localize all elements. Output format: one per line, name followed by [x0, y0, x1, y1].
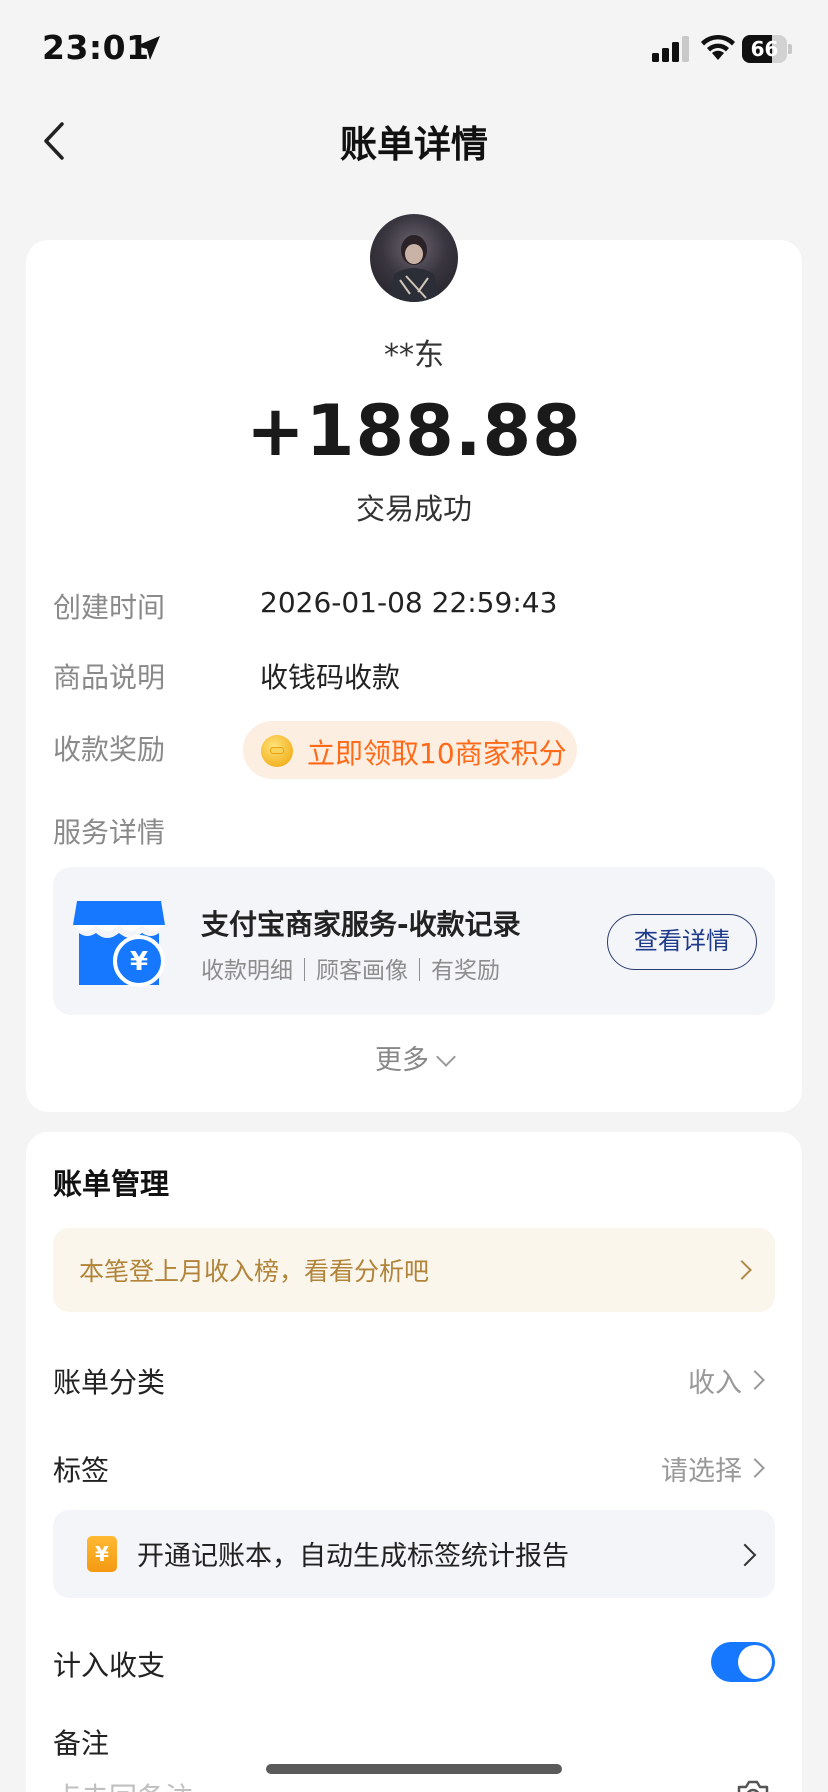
- service-label: 服务详情: [53, 816, 166, 849]
- reward-label: 收款奖励: [53, 733, 166, 766]
- bill-category-label: 账单分类: [53, 1366, 166, 1399]
- more-label: 更多: [375, 1045, 429, 1076]
- camera-icon[interactable]: [735, 1779, 771, 1792]
- open-ledger-text: 开通记账本，自动生成标签统计报告: [137, 1541, 569, 1572]
- ledger-icon: ¥: [87, 1536, 117, 1572]
- bill-management-title: 账单管理: [53, 1167, 170, 1201]
- more-toggle[interactable]: 更多: [0, 1038, 828, 1077]
- coin-icon: [261, 735, 293, 767]
- bill-detail-page: 23:01 66 账单详情 **东 +188.88 交易成功 创建时间 2026…: [0, 0, 828, 1792]
- tag-value: 请选择: [661, 1456, 742, 1487]
- product-label: 商品说明: [53, 661, 166, 694]
- chevron-right-icon: [745, 1458, 765, 1478]
- income-rank-tip[interactable]: 本笔登上月收入榜，看看分析吧: [53, 1228, 775, 1312]
- payer-name: **东: [384, 338, 444, 373]
- location-arrow-icon: [136, 36, 160, 60]
- avatar[interactable]: [370, 214, 458, 302]
- merchant-service-subtitle: 收款明细｜顾客画像｜有奖励: [201, 958, 500, 984]
- note-label: 备注: [53, 1727, 110, 1760]
- merchant-service-title: 支付宝商家服务-收款记录: [201, 908, 521, 941]
- nav-bar: 账单详情: [0, 100, 828, 180]
- transaction-status: 交易成功: [355, 492, 472, 526]
- include-income-toggle[interactable]: [711, 1642, 775, 1682]
- include-income-label: 计入收支: [53, 1649, 166, 1682]
- wifi-icon: [701, 34, 735, 60]
- page-title: 账单详情: [340, 123, 488, 166]
- view-details-button[interactable]: 查看详情: [607, 914, 757, 970]
- claim-reward-label: 立即领取10商家积分: [307, 737, 567, 770]
- created-time-label: 创建时间: [53, 591, 166, 624]
- income-rank-tip-text: 本笔登上月收入榜，看看分析吧: [79, 1257, 430, 1286]
- bill-category-value: 收入: [688, 1368, 742, 1399]
- cellular-signal-icon: [652, 36, 689, 62]
- created-time-value: 2026-01-08 22:59:43: [260, 586, 558, 619]
- note-input[interactable]: 点击回备注: [53, 1776, 193, 1792]
- tag-label: 标签: [53, 1454, 110, 1487]
- open-ledger-banner[interactable]: ¥ 开通记账本，自动生成标签统计报告: [53, 1510, 775, 1598]
- merchant-service-card[interactable]: ¥ 支付宝商家服务-收款记录 收款明细｜顾客画像｜有奖励 查看详情: [53, 867, 775, 1015]
- bill-category-row[interactable]: 收入: [600, 1356, 780, 1400]
- transaction-amount: +188.88: [246, 390, 582, 472]
- battery-percent: 66: [750, 37, 779, 61]
- chevron-down-icon: [436, 1047, 456, 1067]
- toggle-knob: [738, 1645, 772, 1679]
- merchant-shop-icon: ¥: [73, 901, 165, 987]
- claim-reward-button[interactable]: 立即领取10商家积分: [243, 721, 577, 779]
- product-value: 收钱码收款: [260, 661, 401, 694]
- home-indicator: [266, 1764, 562, 1774]
- avatar-image-icon: [388, 235, 440, 302]
- status-bar: 23:01 66: [0, 0, 828, 100]
- chevron-right-icon: [733, 1543, 757, 1567]
- chevron-right-icon: [732, 1260, 752, 1280]
- battery-icon: 66: [742, 35, 792, 63]
- chevron-right-icon: [745, 1370, 765, 1390]
- tag-row[interactable]: 请选择: [600, 1444, 780, 1488]
- svg-text:¥: ¥: [130, 947, 148, 977]
